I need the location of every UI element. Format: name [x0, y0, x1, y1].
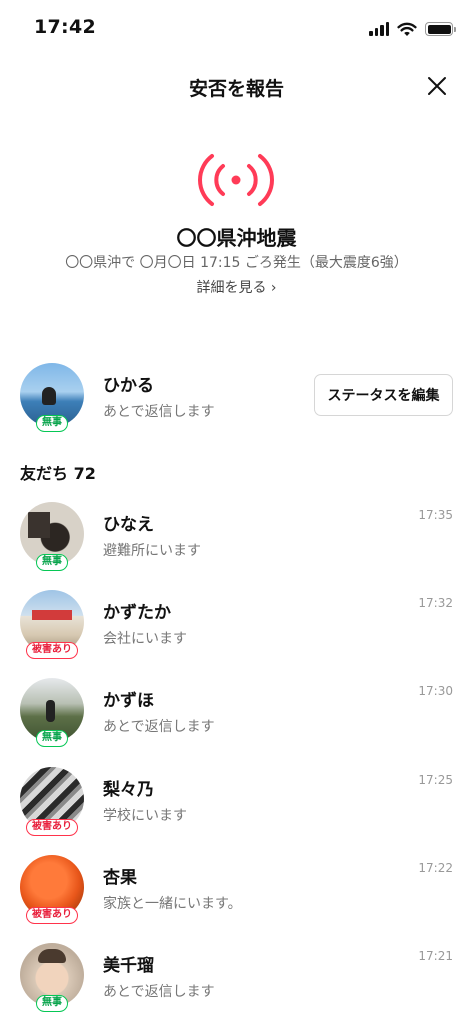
friend-status: 学校にいます	[103, 808, 187, 824]
friend-status: あとで返信します	[103, 984, 215, 1000]
friend-row[interactable]: 無事 ひなえ 避難所にいます 17:35	[0, 502, 473, 582]
status-badge: 無事	[36, 730, 68, 747]
friends-header: 友だち 72	[20, 464, 96, 483]
friend-row[interactable]: 無事 美千瑠 あとで返信します 17:21	[0, 943, 473, 1023]
cellular-signal-icon	[369, 22, 389, 36]
friend-name: 杏果	[103, 868, 137, 888]
friend-row[interactable]: 被害あり かずたか 会社にいます 17:32	[0, 590, 473, 670]
details-link[interactable]: 詳細を見る ›	[0, 277, 473, 297]
friend-row[interactable]: 被害あり 梨々乃 学校にいます 17:25	[0, 767, 473, 847]
friend-name: 梨々乃	[103, 780, 154, 800]
friend-status: 会社にいます	[103, 631, 187, 647]
my-status: あとで返信します	[103, 404, 215, 420]
battery-icon	[425, 22, 456, 36]
event-title: 〇〇県沖地震	[176, 226, 297, 250]
wifi-icon	[397, 22, 417, 36]
close-icon[interactable]	[423, 72, 451, 100]
friend-time: 17:25	[418, 773, 453, 787]
friend-name: かずたか	[103, 603, 171, 623]
status-badge: 被害あり	[26, 907, 78, 924]
status-icons	[369, 20, 456, 38]
friend-name: ひなえ	[103, 515, 154, 535]
status-badge: 被害あり	[26, 819, 78, 836]
status-badge: 被害あり	[26, 642, 78, 659]
status-badge: 無事	[36, 995, 68, 1012]
friend-status: あとで返信します	[103, 719, 215, 735]
friend-status: 避難所にいます	[103, 543, 201, 559]
my-name: ひかる	[103, 376, 154, 396]
friend-time: 17:30	[418, 684, 453, 698]
status-badge: 無事	[36, 554, 68, 571]
friend-row[interactable]: 無事 かずほ あとで返信します 17:30	[0, 678, 473, 758]
status-badge: 無事	[36, 415, 68, 432]
page-title: 安否を報告	[188, 78, 284, 100]
header: 安否を報告	[0, 64, 473, 108]
friend-name: 美千瑠	[103, 956, 154, 976]
status-bar: 17:42	[0, 0, 473, 56]
friend-name: かずほ	[103, 691, 154, 711]
status-time: 17:42	[34, 16, 96, 38]
friend-time: 17:32	[418, 596, 453, 610]
broadcast-icon	[198, 154, 274, 206]
friend-time: 17:22	[418, 861, 453, 875]
friend-time: 17:21	[418, 949, 453, 963]
friend-time: 17:35	[418, 508, 453, 522]
friend-row[interactable]: 被害あり 杏果 家族と一緒にいます。 17:22	[0, 855, 473, 935]
edit-status-button[interactable]: ステータスを編集	[314, 374, 453, 416]
event-subtitle: 〇〇県沖で 〇月〇日 17:15 ごろ発生（最大震度6強）	[65, 255, 408, 271]
friend-status: 家族と一緒にいます。	[103, 896, 242, 912]
